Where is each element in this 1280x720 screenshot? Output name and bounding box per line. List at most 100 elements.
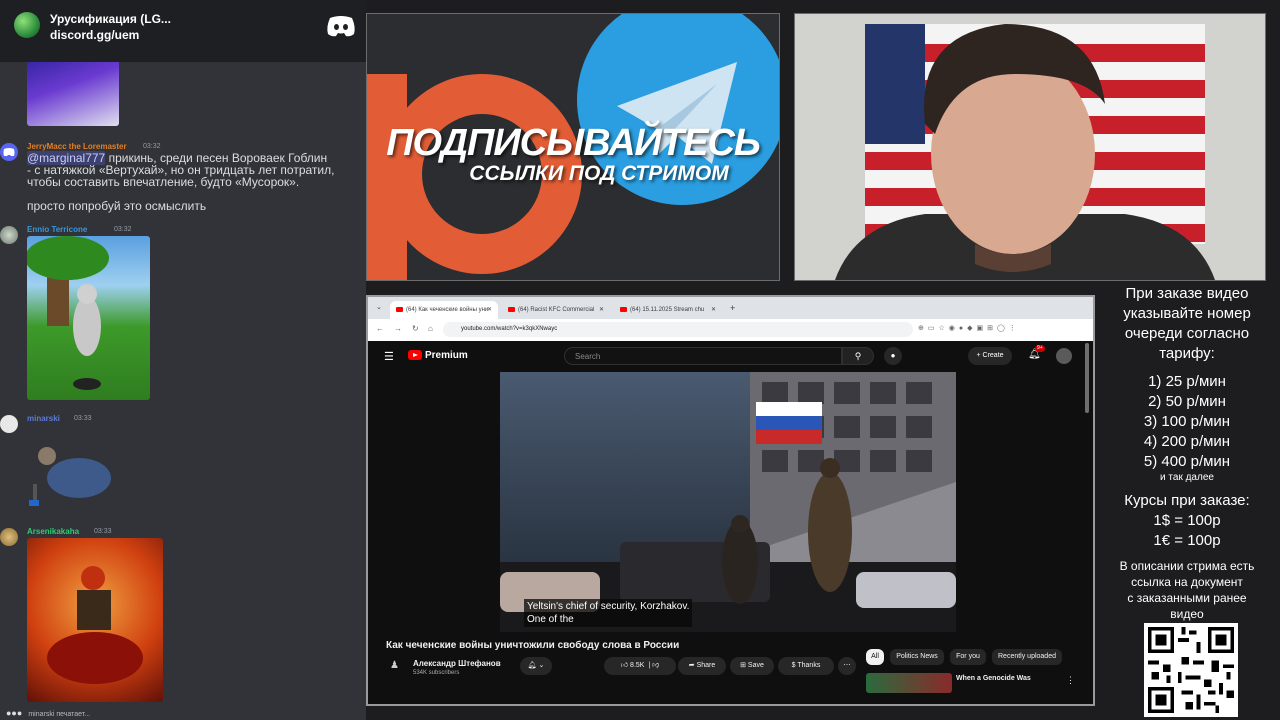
- gif-image[interactable]: [27, 538, 163, 702]
- info-intro-line: очереди согласно: [1124, 325, 1250, 342]
- description-line: ссылка на документ: [1131, 575, 1243, 589]
- youtube-brand[interactable]: Premium: [425, 350, 468, 361]
- video-player[interactable]: [500, 372, 956, 632]
- youtube-favicon-icon: [508, 306, 515, 312]
- reload-icon[interactable]: ↻: [412, 324, 419, 333]
- tariff-line: 5) 400 р/мин: [1143, 453, 1231, 470]
- rate-line: 1€ = 100р: [1153, 532, 1221, 549]
- message-text: просто попробуй это осмыслить: [27, 199, 207, 213]
- youtube-header: ☰ Premium Search ⚲ ● + Create 🔔︎ 9+: [368, 341, 1093, 371]
- channel-name[interactable]: Александр Штефанов: [413, 659, 501, 668]
- browser-window: ⌄ (64) Как чеченские войны уни ✕ (64) Rac…: [366, 295, 1095, 706]
- tariff-line: 3) 100 р/мин: [1143, 413, 1231, 430]
- server-icon: [14, 12, 40, 38]
- video-caption: Yeltsin's chief of security, Korzhakov. …: [524, 599, 693, 627]
- message-time: 03:32: [114, 226, 132, 233]
- close-tab-icon: ✕: [598, 307, 604, 313]
- more-actions-button[interactable]: ⋯: [838, 657, 856, 675]
- save-button[interactable]: ⊞ Save: [730, 657, 774, 675]
- message-time: 03:32: [143, 143, 161, 150]
- discord-avatar[interactable]: [0, 143, 18, 161]
- account-avatar[interactable]: [1056, 348, 1072, 364]
- search-icon[interactable]: ⚲: [842, 347, 874, 365]
- youtube-favicon-icon: [396, 306, 403, 312]
- message-author[interactable]: minarski: [27, 414, 60, 423]
- message-author[interactable]: JerryMacc the Loremaster: [27, 142, 127, 151]
- browser-tab[interactable]: (64) Racist KFC Commercial ✕: [502, 301, 610, 319]
- info-intro-line: указывайте номер: [1123, 305, 1251, 322]
- description-line: В описании стрима есть: [1119, 559, 1255, 573]
- save-icon: ⊞: [740, 662, 746, 669]
- menu-icon[interactable]: ☰: [384, 350, 394, 363]
- bell-icon: 🔔︎: [527, 662, 537, 669]
- tab-search-icon[interactable]: ⌄: [376, 303, 382, 311]
- tariff-line: 4) 200 р/мин: [1143, 433, 1231, 450]
- chip-recently-uploaded[interactable]: Recently uploaded: [992, 649, 1062, 665]
- description-line: с заказанными ранее: [1127, 591, 1247, 605]
- share-button[interactable]: ➦ Share: [678, 657, 726, 675]
- webcam-image: [795, 14, 1265, 280]
- subscriber-count: 534K subscribers: [413, 670, 460, 676]
- gif-image[interactable]: [27, 426, 115, 508]
- video-frame: [500, 372, 956, 632]
- order-info-panel: При заказе видео указывайте номер очеред…: [1096, 283, 1280, 720]
- youtube-logo-icon[interactable]: [408, 350, 422, 360]
- share-icon: ➦: [688, 662, 695, 669]
- recommended-thumbnail[interactable]: [866, 673, 952, 693]
- message-author[interactable]: Arsenikakaha: [27, 527, 79, 536]
- thumbs-down-icon: 👎︎: [652, 662, 660, 669]
- recommended-more-icon[interactable]: ⋮: [1066, 675, 1075, 686]
- close-tab-icon: ✕: [710, 307, 716, 313]
- microphone-icon[interactable]: ●: [884, 347, 902, 365]
- forward-icon[interactable]: →: [394, 324, 402, 333]
- close-tab-icon: ✕: [486, 307, 492, 313]
- channel-avatar-icon[interactable]: ♟: [390, 660, 404, 674]
- message-time: 03:33: [94, 528, 112, 535]
- new-tab-button[interactable]: +: [730, 303, 735, 313]
- subscribe-banner: ПОДПИСЫВАЙТЕСЬ ССЫЛКИ ПОД СТРИМОМ: [366, 13, 780, 281]
- chip-politics-news[interactable]: Politics News: [890, 649, 944, 665]
- chip-all[interactable]: All: [866, 649, 884, 665]
- subscription-bell-button[interactable]: 🔔︎ ⌄: [520, 657, 552, 675]
- thanks-button[interactable]: $ Thanks: [778, 657, 834, 675]
- chevron-down-icon: ⌄: [538, 662, 545, 669]
- message-time: 03:33: [74, 415, 92, 422]
- back-icon[interactable]: ←: [376, 324, 384, 333]
- tariff-line: 2) 50 р/мин: [1148, 393, 1226, 410]
- extension-icons[interactable]: ⊕▭☆◉●◆▣⊞◯⋮: [918, 324, 1020, 332]
- tariff-line: 1) 25 р/мин: [1148, 373, 1226, 390]
- home-icon[interactable]: ⌂: [428, 324, 433, 333]
- chip-for-you[interactable]: For you: [950, 649, 986, 665]
- info-intro-line: тарифу:: [1159, 345, 1215, 362]
- server-invite: discord.gg/uem: [50, 28, 140, 42]
- browser-tab[interactable]: (64) 15.11.2025 Stream chu ✕: [614, 301, 722, 319]
- webcam-feed: [794, 13, 1266, 281]
- qr-code[interactable]: [1144, 623, 1238, 717]
- discord-overlay: Урусификация (LG... discord.gg/uem Jerry…: [0, 0, 366, 720]
- message-author[interactable]: Ennio Terricone: [27, 225, 87, 234]
- discord-avatar[interactable]: [0, 226, 18, 244]
- scrollbar[interactable]: [1085, 343, 1089, 413]
- notification-badge: 9+: [1035, 345, 1045, 352]
- server-name: Урусификация (LG...: [50, 12, 171, 26]
- like-button[interactable]: 👍︎ 8.5K | 👎︎: [604, 657, 676, 675]
- youtube-favicon-icon: [620, 306, 627, 312]
- browser-tab-active[interactable]: (64) Как чеченские войны уни ✕: [390, 301, 498, 319]
- address-bar-row: ← → ↻ ⌂ youtube.com/watch?v=k3qkXNwayc ⊕…: [368, 319, 1093, 341]
- gif-image[interactable]: [27, 236, 150, 400]
- info-intro-line: При заказе видео: [1125, 285, 1249, 302]
- thanks-icon: $: [791, 662, 796, 669]
- rate-line: 1$ = 100р: [1153, 512, 1221, 529]
- url-input[interactable]: youtube.com/watch?v=k3qkXNwayc: [443, 322, 913, 337]
- description-line: видео: [1170, 607, 1204, 621]
- typing-indicator: ●●● minarski печатает...: [6, 708, 91, 718]
- search-input[interactable]: Search: [564, 347, 842, 365]
- discord-avatar[interactable]: [0, 415, 18, 433]
- create-button[interactable]: + Create: [968, 347, 1012, 365]
- banner-subline: ССЫЛКИ ПОД СТРИМОМ: [469, 162, 729, 185]
- video-title: Как чеченские войны уничтожили свободу с…: [386, 640, 680, 651]
- discord-avatar[interactable]: [0, 528, 18, 546]
- recommended-title[interactable]: When a Genocide Was: [956, 675, 1031, 682]
- rates-title: Курсы при заказе:: [1124, 492, 1250, 509]
- tab-strip: ⌄ (64) Как чеченские войны уни ✕ (64) Rac…: [368, 297, 1093, 319]
